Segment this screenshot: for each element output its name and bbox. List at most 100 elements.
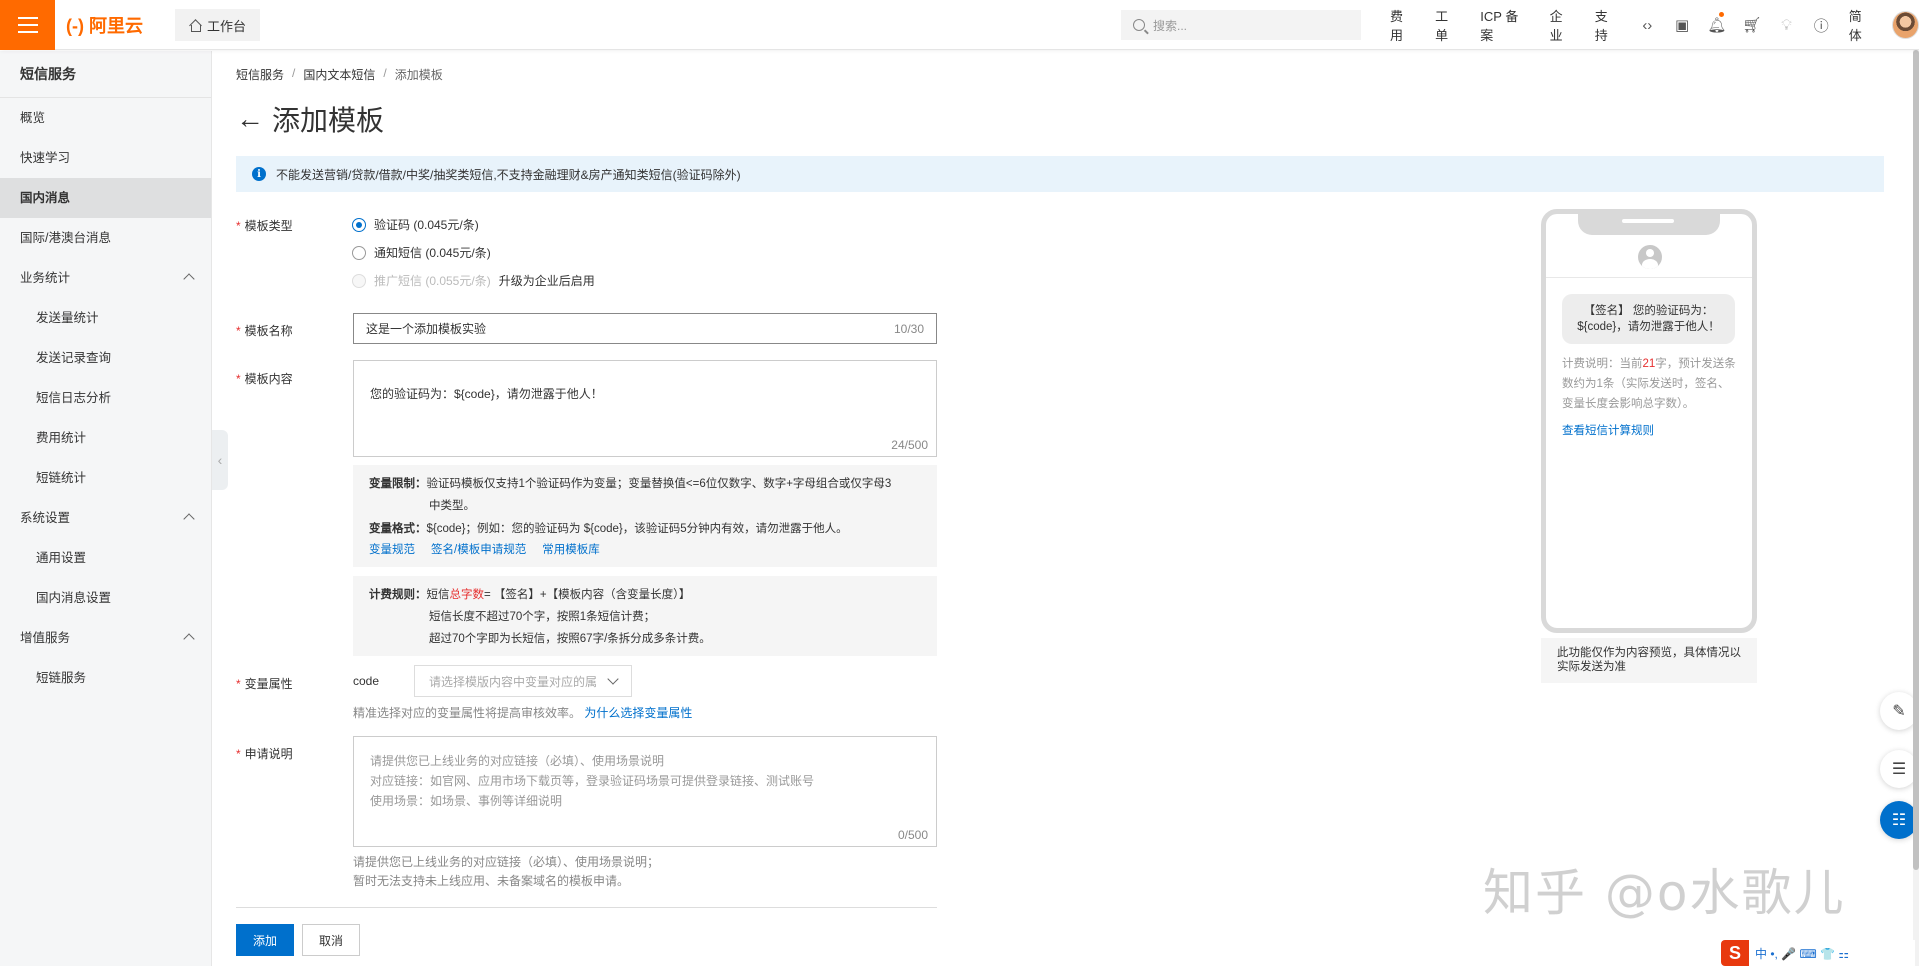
terminal-icon[interactable]: ▣: [1665, 0, 1700, 50]
billing-formula: = 【签名】+【模板内容（含变量长度）】: [484, 589, 691, 601]
variable-limit-text-2: 中类型。: [429, 500, 475, 512]
ime-status[interactable]: 中 •, 🎤 ⌨ 👕 ⚏: [1755, 945, 1849, 962]
nav-enterprise[interactable]: 企业: [1540, 6, 1585, 44]
breadcrumb-sms[interactable]: 短信服务: [236, 66, 284, 83]
sidebar-item-label: 系统设置: [20, 511, 71, 525]
sidebar-item-send-stats[interactable]: 发送量统计: [0, 298, 211, 338]
menu-icon[interactable]: [0, 0, 55, 50]
sidebar-item-label: 短链服务: [36, 671, 87, 685]
template-content-value: 您的验证码为：${code}，请勿泄露于他人！: [370, 387, 603, 401]
add-button[interactable]: 添加: [236, 924, 294, 956]
chevron-down-icon: [607, 673, 619, 685]
sidebar-item-shortlink-stats[interactable]: 短链统计: [0, 458, 211, 498]
sidebar: 短信服务 概览 快速学习 国内消息 国际/港澳台消息 业务统计 发送量统计 发送…: [0, 51, 212, 966]
sidebar-group-statistics[interactable]: 业务统计: [0, 258, 211, 298]
back-arrow-icon[interactable]: ←: [236, 105, 264, 133]
language-switch[interactable]: 简体: [1839, 6, 1884, 44]
sidebar-group-value-added[interactable]: 增值服务: [0, 618, 211, 658]
sidebar-item-quick-learn[interactable]: 快速学习: [0, 138, 211, 178]
nav-fees[interactable]: 费用: [1380, 6, 1425, 44]
phone-preview: 【签名】 您的验证码为： ${code}，请勿泄露于他人！ 计费说明：当前21字…: [1541, 209, 1757, 633]
page-title: ← 添加模板: [236, 100, 384, 138]
breadcrumb-separator: /: [292, 66, 296, 80]
page-title-text: 添加模板: [272, 105, 385, 136]
upgrade-hint: 升级为企业后启用: [498, 274, 595, 288]
sidebar-item-international[interactable]: 国际/港澳台消息: [0, 218, 211, 258]
logo-text: (-) 阿里云: [66, 16, 143, 36]
application-placeholder: 请提供您已上线业务的对应链接（必填）、使用场景说明 对应链接：如官网、应用市场下…: [370, 754, 815, 808]
radio-button[interactable]: [352, 217, 366, 232]
notice-banner: i 不能发送营销/贷款/借款/中奖/抽奖类短信,不支持金融理财&房产通知类短信(…: [236, 156, 1884, 192]
sms-line-2: ${code}，请勿泄露于他人！: [1577, 321, 1720, 333]
radio-promotion: 推广短信 (0.055元/条) 升级为企业后启用: [352, 272, 595, 289]
template-name-input[interactable]: 这是一个添加模板实验 10/30: [353, 313, 937, 344]
template-library-link[interactable]: 常用模板库: [542, 541, 600, 559]
sidebar-item-log-analysis[interactable]: 短信日志分析: [0, 378, 211, 418]
radio-label: 通知短信 (0.045元/条): [374, 246, 491, 260]
radio-button[interactable]: [352, 245, 366, 260]
sidebar-item-label: 增值服务: [20, 631, 71, 645]
search-input[interactable]: 搜索...: [1121, 10, 1361, 40]
application-note-textarea[interactable]: 请提供您已上线业务的对应链接（必填）、使用场景说明 对应链接：如官网、应用市场下…: [353, 736, 937, 847]
sogou-logo-icon[interactable]: S: [1721, 940, 1749, 966]
variable-attribute-select[interactable]: 请选择模版内容中变量对应的属: [414, 665, 632, 697]
variable-name: code: [353, 674, 380, 688]
nav-support[interactable]: 支持: [1585, 6, 1630, 44]
bell-icon[interactable]: 🔔︎: [1700, 0, 1735, 50]
ime-toolbar: S 中 •, 🎤 ⌨ 👕 ⚏: [1717, 940, 1915, 966]
help-icon[interactable]: ⓘ: [1804, 0, 1839, 50]
bulb-icon[interactable]: 💡︎: [1769, 0, 1804, 50]
char-count: 24/500: [891, 438, 928, 452]
variable-format-label: 变量格式：: [369, 523, 427, 535]
sidebar-item-label: 国内消息设置: [36, 591, 112, 605]
billing-label: 计费规则：: [369, 589, 427, 601]
cart-icon[interactable]: 🛒︎: [1734, 0, 1769, 50]
billing-rules-panel: 计费规则： 短信 总字数 = 【签名】+【模板内容（含变量长度）】 短信长度不超过…: [353, 576, 937, 656]
sidebar-item-domestic[interactable]: 国内消息: [0, 178, 211, 218]
radio-verification-code[interactable]: 验证码 (0.045元/条): [352, 216, 479, 233]
workbench-label: 工作台: [207, 18, 247, 34]
sidebar-item-shortlink-service[interactable]: 短链服务: [0, 658, 211, 698]
search-placeholder: 搜索...: [1153, 18, 1188, 33]
code-icon[interactable]: ‹›: [1630, 0, 1665, 50]
breadcrumb: 短信服务 / 国内文本短信 / 添加模板: [236, 66, 443, 83]
breadcrumb-separator: /: [383, 66, 387, 80]
sidebar-item-label: 快速学习: [20, 151, 71, 165]
chevron-up-icon: [183, 273, 195, 285]
form-divider: [236, 907, 937, 908]
sidebar-item-overview[interactable]: 概览: [0, 98, 211, 138]
nav-tickets[interactable]: 工单: [1425, 6, 1470, 44]
user-avatar[interactable]: [1891, 11, 1919, 39]
variable-format-text: ${code}；例如：您的验证码为 ${code}，该验证码5分钟内有效，请勿泄…: [426, 523, 848, 535]
cancel-button[interactable]: 取消: [302, 924, 360, 956]
char-count-highlight: 21: [1642, 358, 1656, 370]
sidebar-collapse-handle[interactable]: ‹: [212, 430, 228, 490]
top-bar: (-) 阿里云 工作台 搜索... 费用 工单 ICP 备案 企业 支持 ‹› …: [0, 0, 1919, 50]
template-content-textarea[interactable]: 您的验证码为：${code}，请勿泄露于他人！ 24/500: [353, 360, 937, 457]
sidebar-item-domestic-settings[interactable]: 国内消息设置: [0, 578, 211, 618]
why-variable-attribute-link[interactable]: 为什么选择变量属性: [584, 706, 692, 720]
notification-dot: [1719, 12, 1725, 17]
variable-limit-text: 验证码模板仅支持1个验证码作为变量；变量替换值<=6位仅数字、数字+字母组合或仅…: [426, 478, 892, 490]
chevron-up-icon: [183, 633, 195, 645]
billing-prefix: 短信: [426, 589, 450, 601]
preview-disclaimer: 此功能仅作为内容预览，具体情况以实际发送为准: [1541, 638, 1757, 683]
sms-billing-rules-link[interactable]: 查看短信计算规则: [1562, 422, 1654, 438]
sidebar-item-label: 费用统计: [36, 431, 87, 445]
variable-rules-panel: 变量限制： 验证码模板仅支持1个验证码作为变量；变量替换值<=6位仅数字、数字+…: [353, 465, 937, 567]
sidebar-item-general-settings[interactable]: 通用设置: [0, 538, 211, 578]
phone-notch: [1578, 213, 1720, 235]
sign-template-spec-link[interactable]: 签名/模板申请规范: [431, 541, 526, 559]
sidebar-item-send-records[interactable]: 发送记录查询: [0, 338, 211, 378]
variable-spec-link[interactable]: 变量规范: [369, 541, 415, 559]
application-hint: 请提供您已上线业务的对应链接（必填）、使用场景说明； 暂时无法支持未上线应用、未…: [353, 855, 660, 888]
phone-divider: [1546, 277, 1752, 278]
sidebar-item-fee-stats[interactable]: 费用统计: [0, 418, 211, 458]
radio-notification[interactable]: 通知短信 (0.045元/条): [352, 244, 491, 261]
breadcrumb-domestic[interactable]: 国内文本短信: [303, 66, 375, 83]
workbench-button[interactable]: 工作台: [175, 9, 261, 41]
scrollbar-thumb[interactable]: [1913, 50, 1919, 870]
aliyun-logo[interactable]: (-) 阿里云: [66, 13, 143, 37]
nav-icp[interactable]: ICP 备案: [1470, 6, 1539, 44]
sidebar-group-settings[interactable]: 系统设置: [0, 498, 211, 538]
